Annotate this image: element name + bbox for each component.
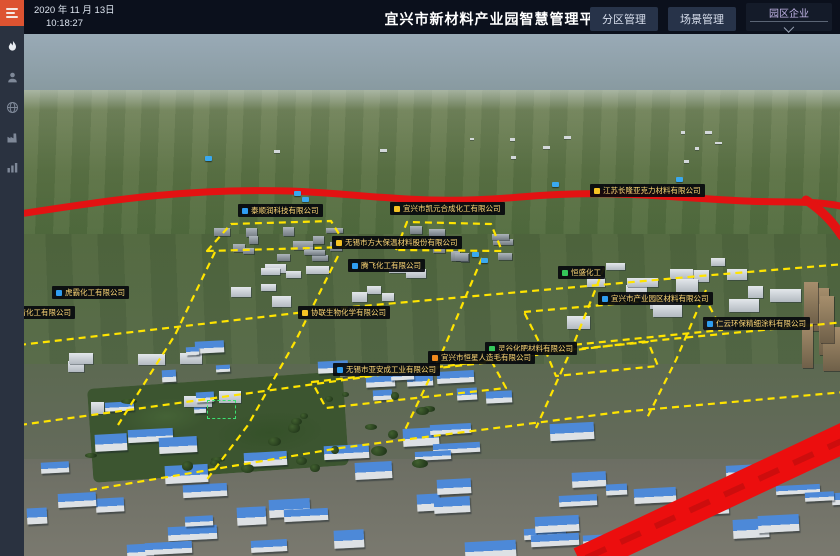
company-label[interactable]: 江苏长隆亚克力材料有限公司 <box>590 184 705 197</box>
company-marker-icon <box>594 188 600 194</box>
company-label[interactable]: 协联生物化学有限公司 <box>298 306 390 319</box>
company-marker-icon <box>56 290 62 296</box>
globe-icon[interactable] <box>0 98 24 116</box>
company-label-text: 江苏长隆亚克力材料有限公司 <box>603 184 701 197</box>
company-marker-icon <box>336 240 342 246</box>
dropdown-label: 园区企业 <box>769 5 809 20</box>
smart-park-platform: 2020 年 11 月 13日 10:18:27 宜兴市新材料产业园智慧管理平台… <box>0 0 840 556</box>
company-marker-icon <box>707 321 713 327</box>
company-label-text: 无锡市方大保温材料股份有限公司 <box>345 236 458 249</box>
company-label-text: 泰顺润科技有限公司 <box>251 204 319 217</box>
chevron-down-icon <box>784 22 795 33</box>
company-label[interactable]: 宜兴市凯元合成化工有限公司 <box>390 202 505 215</box>
flame-icon[interactable] <box>0 38 24 56</box>
page-title: 宜兴市新材料产业园智慧管理平台 <box>385 9 610 29</box>
company-label-text: 虎霸化工有限公司 <box>65 286 125 299</box>
company-label-text: 宜兴市恒星人造毛有限公司 <box>441 351 531 364</box>
person-icon[interactable] <box>0 68 24 86</box>
company-marker-icon <box>602 296 608 302</box>
company-label-text: 腾飞化工有限公司 <box>361 259 421 272</box>
time-text: 10:18:27 <box>34 17 115 30</box>
company-label[interactable]: 宜兴市产业园区材料有限公司 <box>598 292 713 305</box>
factory-icon[interactable] <box>0 128 24 146</box>
company-marker-icon <box>337 367 343 373</box>
sidebar <box>0 0 24 556</box>
vehicle-icon[interactable] <box>302 197 309 202</box>
selection-box <box>207 400 236 419</box>
company-label[interactable]: 宏清化工有限公司 <box>24 306 75 319</box>
company-label[interactable]: 无锡市方大保温材料股份有限公司 <box>332 236 462 249</box>
company-marker-icon <box>562 270 568 276</box>
company-label-text: 仁云环保精细涂料有限公司 <box>716 317 806 330</box>
header: 2020 年 11 月 13日 10:18:27 宜兴市新材料产业园智慧管理平台… <box>24 0 840 34</box>
company-marker-icon <box>394 206 400 212</box>
company-label[interactable]: 泰顺润科技有限公司 <box>238 204 323 217</box>
company-label-text: 恒盛化工 <box>571 266 601 279</box>
company-label[interactable]: 虎霸化工有限公司 <box>52 286 129 299</box>
header-actions: 分区管理 场景管理 <box>590 7 736 31</box>
company-label[interactable]: 恒盛化工 <box>558 266 605 279</box>
vehicle-icon[interactable] <box>205 156 212 161</box>
vehicle-icon[interactable] <box>472 252 479 257</box>
scene-management-button[interactable]: 场景管理 <box>668 7 736 31</box>
company-label-text: 协联生物化学有限公司 <box>311 306 386 319</box>
company-label-text: 无锡市亚安成工业有限公司 <box>346 363 436 376</box>
company-label[interactable]: 仁云环保精细涂料有限公司 <box>703 317 810 330</box>
hamburger-menu-button[interactable] <box>0 0 24 26</box>
company-marker-icon <box>242 208 248 214</box>
vehicle-icon[interactable] <box>676 177 683 182</box>
bar-chart-icon[interactable] <box>0 158 24 176</box>
company-marker-icon <box>352 263 358 269</box>
company-marker-icon <box>432 355 438 361</box>
map-3d-viewport[interactable]: 泰顺润科技有限公司 宜兴市凯元合成化工有限公司 无锡市方大保温材料股份有限公司 … <box>24 34 840 556</box>
company-marker-icon <box>302 310 308 316</box>
red-road-bottom <box>580 436 840 556</box>
zone-management-button[interactable]: 分区管理 <box>590 7 658 31</box>
company-label[interactable]: 腾飞化工有限公司 <box>348 259 425 272</box>
date-text: 2020 年 11 月 13日 <box>34 4 115 17</box>
datetime: 2020 年 11 月 13日 10:18:27 <box>34 4 115 30</box>
park-enterprise-dropdown[interactable]: 园区企业 <box>746 3 832 31</box>
vehicle-icon[interactable] <box>552 182 559 187</box>
company-label-text: 宜兴市产业园区材料有限公司 <box>611 292 709 305</box>
company-label-text: 宏清化工有限公司 <box>24 306 71 319</box>
roads-layer <box>24 34 840 556</box>
vehicle-icon[interactable] <box>481 258 488 263</box>
company-label-text: 宜兴市凯元合成化工有限公司 <box>403 202 501 215</box>
company-label[interactable]: 无锡市亚安成工业有限公司 <box>333 363 440 376</box>
company-label[interactable]: 宜兴市恒星人造毛有限公司 <box>428 351 535 364</box>
vehicle-icon[interactable] <box>294 191 301 196</box>
